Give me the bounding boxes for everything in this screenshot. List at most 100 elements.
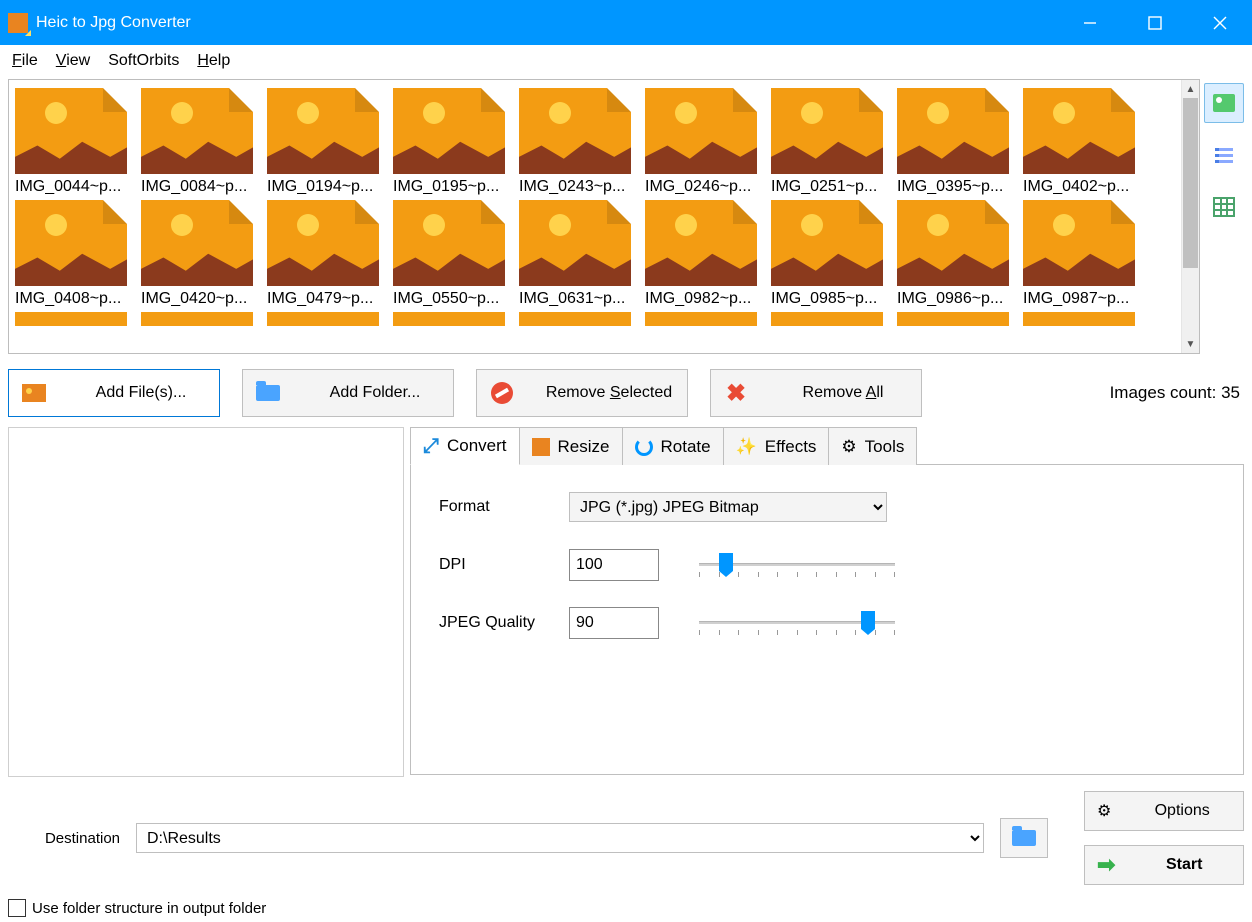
use-folder-structure-checkbox[interactable] <box>8 899 26 917</box>
thumbnail-item[interactable]: IMG_0251~p... <box>771 88 883 196</box>
thumbnail-item[interactable]: IMG_0402~p... <box>1023 88 1135 196</box>
dpi-slider-handle[interactable] <box>719 553 733 571</box>
thumbnail-item[interactable]: IMG_0987~p... <box>1023 200 1135 308</box>
titlebar: Heic to Jpg Converter <box>0 0 1252 45</box>
tab-resize[interactable]: Resize <box>520 427 623 465</box>
thumbnail-item[interactable] <box>897 312 1009 326</box>
add-folder-button[interactable]: Add Folder... <box>242 369 454 417</box>
arrow-right-icon: ➡ <box>1097 852 1115 878</box>
thumbnail-item[interactable]: IMG_0194~p... <box>267 88 379 196</box>
thumbnail-image <box>645 200 757 286</box>
thumbnail-label: IMG_0402~p... <box>1023 178 1135 196</box>
thumbnail-item[interactable]: IMG_0243~p... <box>519 88 631 196</box>
gallery-scrollbar[interactable]: ▲ ▼ <box>1181 80 1199 353</box>
format-label: Format <box>439 498 569 516</box>
format-select[interactable]: JPG (*.jpg) JPEG Bitmap <box>569 492 887 522</box>
thumbnail-item[interactable]: IMG_0986~p... <box>897 200 1009 308</box>
remove-all-button[interactable]: ✖ Remove All <box>710 369 922 417</box>
menu-help[interactable]: Help <box>189 49 238 73</box>
x-icon: ✖ <box>723 382 749 404</box>
start-button[interactable]: ➡ Start <box>1084 845 1244 885</box>
thumbnail-image <box>141 200 253 286</box>
thumbnail-item[interactable]: IMG_0479~p... <box>267 200 379 308</box>
thumbnail-label: IMG_0985~p... <box>771 290 883 308</box>
thumbnail-label: IMG_0420~p... <box>141 290 253 308</box>
options-button[interactable]: ⚙ Options <box>1084 791 1244 831</box>
thumbnail-item[interactable] <box>1023 312 1135 326</box>
thumbnail-label: IMG_0631~p... <box>519 290 631 308</box>
thumbnail-image <box>393 88 505 174</box>
view-thumbnails-button[interactable] <box>1204 83 1244 123</box>
scroll-down-icon[interactable]: ▼ <box>1182 335 1199 353</box>
folder-icon <box>1012 830 1036 846</box>
options-label: Options <box>1133 802 1231 820</box>
maximize-button[interactable] <box>1122 0 1187 45</box>
scroll-up-icon[interactable]: ▲ <box>1182 80 1199 98</box>
thumbnail-item[interactable]: IMG_0420~p... <box>141 200 253 308</box>
tab-tools[interactable]: ⚙Tools <box>829 427 917 465</box>
convert-panel: Format JPG (*.jpg) JPEG Bitmap DPI JPEG … <box>410 464 1244 775</box>
menu-softorbits[interactable]: SoftOrbits <box>100 49 187 73</box>
thumbnail-image <box>267 88 379 174</box>
dpi-slider[interactable] <box>699 553 895 577</box>
tab-convert[interactable]: ⤢Convert <box>410 427 520 465</box>
thumbnail-item[interactable] <box>267 312 379 326</box>
quality-slider-handle[interactable] <box>861 611 875 629</box>
thumbnail-label: IMG_0395~p... <box>897 178 1009 196</box>
thumbnail-image <box>771 88 883 174</box>
convert-icon: ⤢ <box>423 435 439 458</box>
thumbnail-item[interactable]: IMG_0246~p... <box>645 88 757 196</box>
thumbnail-image <box>519 200 631 286</box>
view-details-button[interactable] <box>1204 187 1244 227</box>
start-label: Start <box>1137 856 1231 874</box>
wand-icon: ✨ <box>736 437 757 457</box>
thumbnail-image <box>1023 88 1135 174</box>
browse-destination-button[interactable] <box>1000 818 1048 858</box>
thumbnail-item[interactable]: IMG_0408~p... <box>15 200 127 308</box>
menu-view[interactable]: View <box>48 49 98 73</box>
thumbnail-item[interactable] <box>15 312 127 326</box>
close-button[interactable] <box>1187 0 1252 45</box>
thumbnail-label: IMG_0986~p... <box>897 290 1009 308</box>
thumbnail-item[interactable] <box>519 312 631 326</box>
destination-label: Destination <box>8 830 120 847</box>
list-icon <box>1215 145 1233 166</box>
rotate-icon <box>635 438 653 456</box>
scroll-thumb[interactable] <box>1183 98 1198 268</box>
grid-icon <box>1213 197 1235 217</box>
thumbnail-item[interactable] <box>141 312 253 326</box>
thumbnail-item[interactable] <box>393 312 505 326</box>
thumbnail-item[interactable]: IMG_0395~p... <box>897 88 1009 196</box>
thumbnail-item[interactable] <box>645 312 757 326</box>
thumbnail-item[interactable]: IMG_0982~p... <box>645 200 757 308</box>
thumbnail-item[interactable]: IMG_0550~p... <box>393 200 505 308</box>
remove-selected-button[interactable]: Remove Selected <box>476 369 688 417</box>
thumbnail-label: IMG_0982~p... <box>645 290 757 308</box>
minimize-button[interactable] <box>1057 0 1122 45</box>
tab-effects[interactable]: ✨Effects <box>724 427 830 465</box>
thumbnail-item[interactable]: IMG_0084~p... <box>141 88 253 196</box>
add-files-button[interactable]: Add File(s)... <box>8 369 220 417</box>
remove-selected-label: Remove Selected <box>543 384 675 402</box>
thumbnail-item[interactable]: IMG_0985~p... <box>771 200 883 308</box>
thumbnail-item[interactable] <box>771 312 883 326</box>
thumbnail-item[interactable]: IMG_0044~p... <box>15 88 127 196</box>
thumbnail-image <box>15 312 127 326</box>
thumbnail-item[interactable]: IMG_0195~p... <box>393 88 505 196</box>
tab-rotate[interactable]: Rotate <box>623 427 724 465</box>
quality-slider[interactable] <box>699 611 895 635</box>
app-icon <box>8 13 28 33</box>
tab-resize-label: Resize <box>558 437 610 457</box>
destination-select[interactable]: D:\Results <box>136 823 984 853</box>
window-title: Heic to Jpg Converter <box>36 14 191 32</box>
view-list-button[interactable] <box>1204 135 1244 175</box>
thumbnail-item[interactable]: IMG_0631~p... <box>519 200 631 308</box>
thumbnail-label: IMG_0246~p... <box>645 178 757 196</box>
thumbnail-label: IMG_0251~p... <box>771 178 883 196</box>
thumbnail-grid: IMG_0044~p... IMG_0084~p... IMG_0194~p..… <box>8 79 1200 354</box>
thumbnail-image <box>519 88 631 174</box>
quality-input[interactable] <box>569 607 659 639</box>
menu-file[interactable]: File <box>4 49 46 73</box>
thumbnail-image <box>267 312 379 326</box>
dpi-input[interactable] <box>569 549 659 581</box>
